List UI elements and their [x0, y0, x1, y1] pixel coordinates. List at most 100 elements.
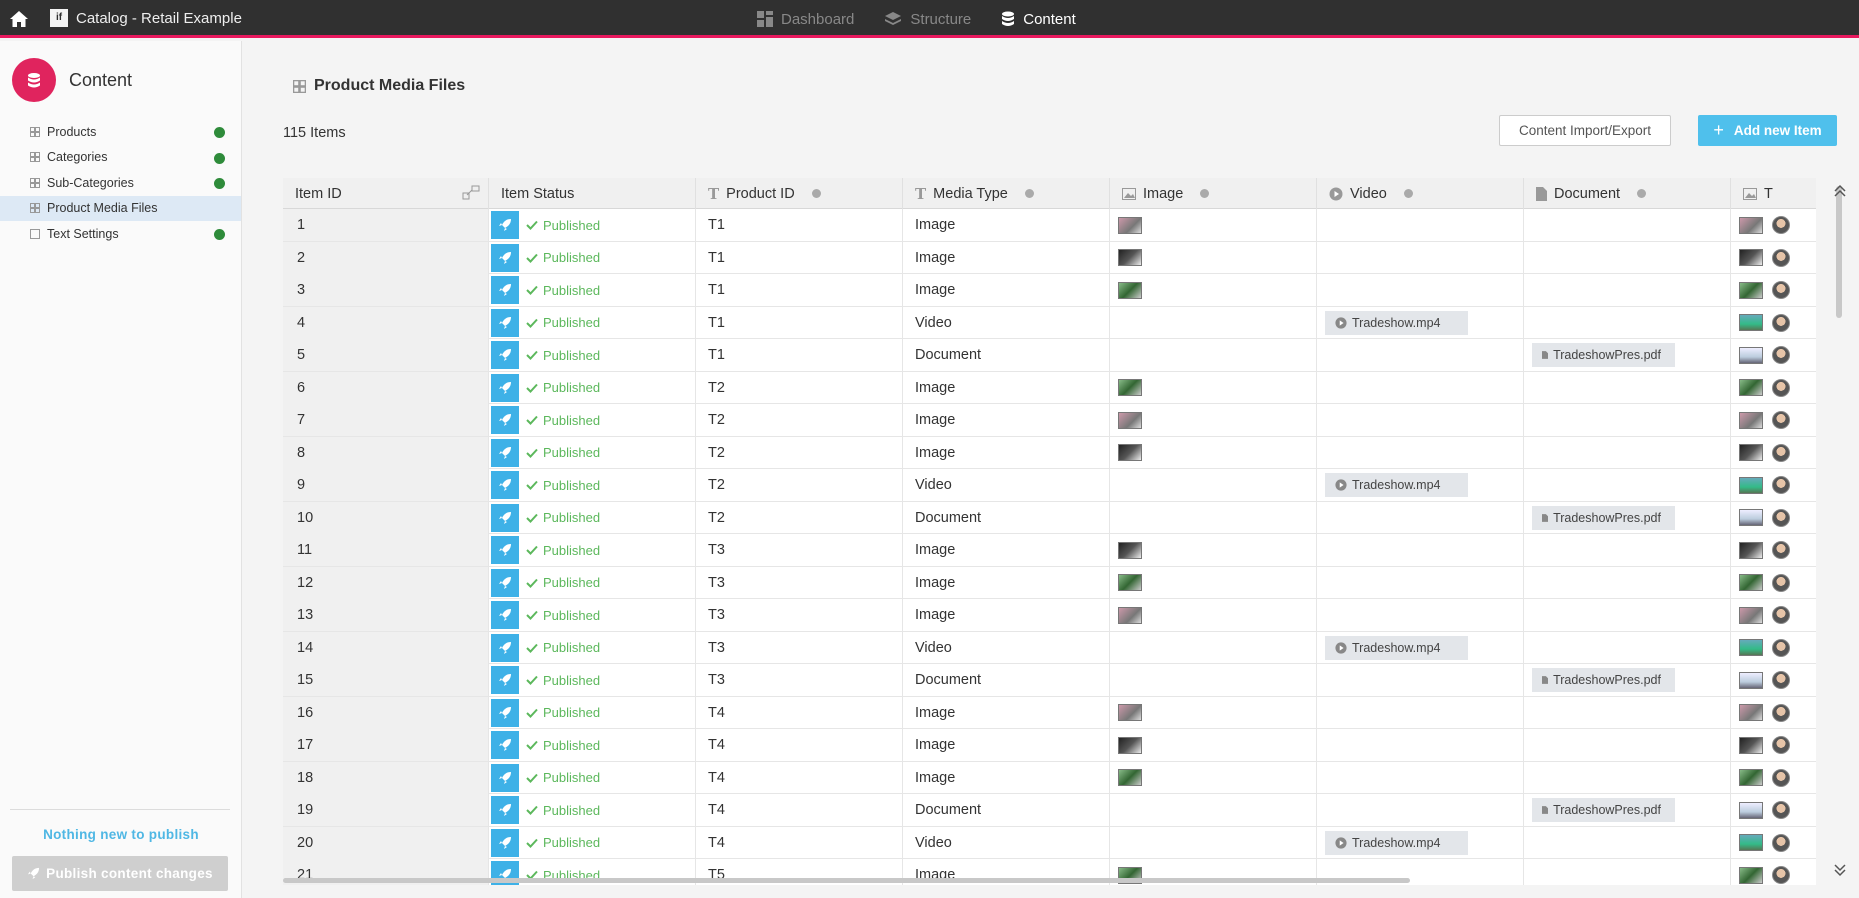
- cell-item-status[interactable]: Published: [489, 274, 696, 306]
- cell-product-id[interactable]: T2: [696, 404, 903, 436]
- cell-document[interactable]: [1524, 371, 1731, 404]
- nav-dashboard[interactable]: Dashboard: [757, 11, 854, 28]
- cell-item-status[interactable]: Published: [489, 826, 696, 859]
- cell-thumbnail[interactable]: [1731, 762, 1816, 794]
- preview-thumbnail[interactable]: [1739, 639, 1763, 656]
- column-header-product-id[interactable]: T Product ID: [696, 178, 903, 209]
- cell-item-status[interactable]: Published: [489, 664, 696, 696]
- cell-thumbnail[interactable]: [1731, 437, 1816, 469]
- cell-document[interactable]: [1524, 436, 1731, 469]
- table-row[interactable]: 19 Published T4 Document TradeshowPres.pdf: [283, 794, 1816, 827]
- cell-document[interactable]: [1524, 241, 1731, 274]
- cell-media-type[interactable]: Image: [903, 729, 1110, 761]
- preview-thumbnail[interactable]: [1739, 606, 1763, 624]
- cell-media-type[interactable]: Image: [903, 209, 1110, 241]
- cell-media-type[interactable]: Document: [903, 501, 1110, 534]
- preview-thumbnail[interactable]: [1739, 346, 1763, 364]
- cell-document[interactable]: [1524, 209, 1731, 241]
- cell-product-id[interactable]: T1: [696, 241, 903, 274]
- cell-document[interactable]: TradeshowPres.pdf: [1524, 664, 1731, 696]
- avatar[interactable]: [1772, 801, 1790, 819]
- image-thumbnail[interactable]: [1118, 411, 1142, 429]
- cell-item-status[interactable]: Published: [489, 729, 696, 761]
- avatar[interactable]: [1772, 638, 1790, 657]
- table-row[interactable]: 7 Published T2 Image: [283, 404, 1816, 437]
- cell-item-id[interactable]: 4: [283, 306, 489, 339]
- preview-thumbnail[interactable]: [1739, 249, 1763, 266]
- cell-item-status[interactable]: Published: [489, 599, 696, 631]
- preview-thumbnail[interactable]: [1739, 704, 1763, 721]
- cell-document[interactable]: [1524, 566, 1731, 599]
- cell-thumbnail[interactable]: [1731, 307, 1816, 339]
- cell-item-id[interactable]: 11: [283, 534, 489, 566]
- cell-thumbnail[interactable]: [1731, 339, 1816, 371]
- cell-media-type[interactable]: Image: [903, 404, 1110, 436]
- preview-thumbnail[interactable]: [1739, 411, 1763, 429]
- table-row[interactable]: 16 Published T4 Image: [283, 696, 1816, 729]
- cell-video[interactable]: Tradeshow.mp4: [1317, 631, 1524, 664]
- cell-video[interactable]: [1317, 274, 1524, 306]
- avatar[interactable]: [1772, 508, 1790, 527]
- publish-rocket-button[interactable]: [491, 471, 519, 499]
- cell-video[interactable]: [1317, 761, 1524, 794]
- cell-item-status[interactable]: Published: [489, 534, 696, 566]
- cell-product-id[interactable]: T4: [696, 761, 903, 794]
- preview-thumbnail[interactable]: [1739, 671, 1763, 689]
- cell-video[interactable]: [1317, 241, 1524, 274]
- cell-media-type[interactable]: Video: [903, 306, 1110, 339]
- home-button[interactable]: [0, 0, 38, 38]
- cell-video[interactable]: [1317, 729, 1524, 761]
- cell-item-status[interactable]: Published: [489, 404, 696, 436]
- cell-document[interactable]: [1524, 469, 1731, 501]
- cell-document[interactable]: [1524, 761, 1731, 794]
- cell-item-id[interactable]: 10: [283, 501, 489, 534]
- cell-product-id[interactable]: T2: [696, 436, 903, 469]
- sidebar-item-product-media-files[interactable]: Product Media Files: [0, 195, 241, 221]
- column-header-media-type[interactable]: T Media Type: [903, 178, 1110, 209]
- cell-thumbnail[interactable]: [1731, 209, 1816, 241]
- cell-image[interactable]: [1110, 436, 1317, 469]
- cell-thumbnail[interactable]: [1731, 502, 1816, 534]
- cell-thumbnail[interactable]: [1731, 372, 1816, 404]
- cell-media-type[interactable]: Image: [903, 696, 1110, 729]
- cell-product-id[interactable]: T2: [696, 371, 903, 404]
- cell-image[interactable]: [1110, 794, 1317, 826]
- import-export-button[interactable]: Content Import/Export: [1499, 115, 1671, 146]
- cell-video[interactable]: Tradeshow.mp4: [1317, 306, 1524, 339]
- video-file-chip[interactable]: Tradeshow.mp4: [1325, 473, 1468, 497]
- cell-media-type[interactable]: Image: [903, 761, 1110, 794]
- preview-thumbnail[interactable]: [1739, 476, 1763, 494]
- cell-product-id[interactable]: T4: [696, 794, 903, 826]
- cell-video[interactable]: [1317, 404, 1524, 436]
- avatar[interactable]: [1772, 248, 1790, 267]
- cell-video[interactable]: [1317, 566, 1524, 599]
- publish-rocket-button[interactable]: [491, 373, 519, 402]
- cell-media-type[interactable]: Document: [903, 794, 1110, 826]
- cell-item-status[interactable]: Published: [489, 631, 696, 664]
- cell-product-id[interactable]: T3: [696, 664, 903, 696]
- scroll-bottom-icon[interactable]: [1833, 863, 1847, 877]
- image-thumbnail[interactable]: [1118, 541, 1142, 559]
- cell-item-status[interactable]: Published: [489, 371, 696, 404]
- cell-image[interactable]: [1110, 306, 1317, 339]
- preview-thumbnail[interactable]: [1739, 866, 1763, 884]
- image-thumbnail[interactable]: [1118, 574, 1142, 591]
- preview-thumbnail[interactable]: [1739, 541, 1763, 559]
- cell-item-status[interactable]: Published: [489, 339, 696, 371]
- cell-media-type[interactable]: Image: [903, 241, 1110, 274]
- preview-thumbnail[interactable]: [1739, 281, 1763, 299]
- cell-item-id[interactable]: 6: [283, 371, 489, 404]
- nav-structure[interactable]: Structure: [884, 11, 971, 28]
- avatar[interactable]: [1772, 313, 1790, 332]
- preview-thumbnail[interactable]: [1739, 769, 1763, 786]
- document-file-chip[interactable]: TradeshowPres.pdf: [1532, 668, 1675, 692]
- cell-image[interactable]: [1110, 371, 1317, 404]
- cell-thumbnail[interactable]: [1731, 599, 1816, 631]
- table-row[interactable]: 11 Published T3 Image: [283, 534, 1816, 567]
- cell-item-id[interactable]: 9: [283, 469, 489, 501]
- cell-item-id[interactable]: 2: [283, 241, 489, 274]
- table-row[interactable]: 8 Published T2 Image: [283, 436, 1816, 469]
- cell-item-status[interactable]: Published: [489, 469, 696, 501]
- preview-thumbnail[interactable]: [1739, 509, 1763, 526]
- cell-item-status[interactable]: Published: [489, 241, 696, 274]
